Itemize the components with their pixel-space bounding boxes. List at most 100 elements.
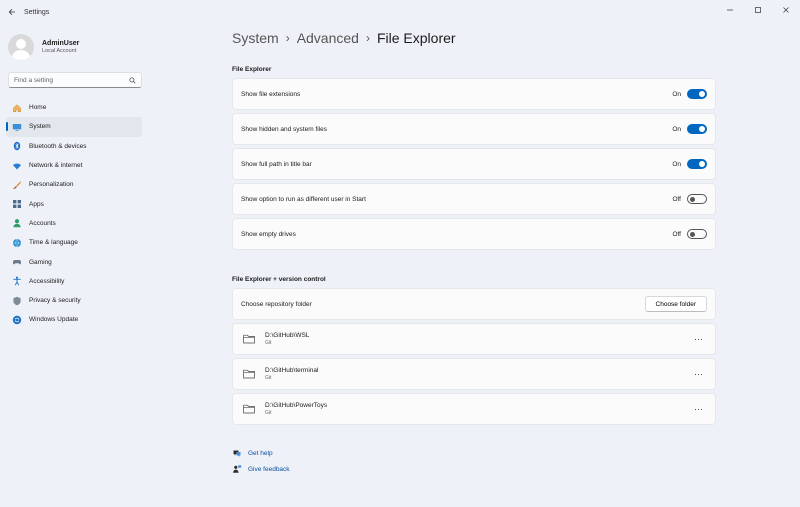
search-box[interactable] (8, 72, 142, 88)
sidebar-item-time-language[interactable]: Time & language (6, 233, 142, 252)
sidebar-item-label: Bluetooth & devices (29, 142, 87, 150)
more-options-button[interactable]: ··· (694, 334, 703, 344)
repo-item[interactable]: D:\GitHub\terminal Git ··· (232, 358, 716, 390)
get-help-label: Get help (248, 449, 273, 457)
sidebar-item-privacy-security[interactable]: Privacy & security (6, 291, 142, 310)
arrow-left-icon (8, 9, 15, 15)
toggle-state: On (672, 90, 681, 98)
close-button[interactable] (772, 0, 800, 20)
breadcrumb-advanced[interactable]: Advanced (297, 30, 359, 46)
brush-icon (12, 180, 22, 190)
setting-label: Show empty drives (241, 230, 296, 238)
update-icon (12, 315, 22, 325)
help-icon (232, 448, 242, 458)
wifi-icon (12, 161, 22, 171)
toggle-state: On (672, 160, 681, 168)
toggle-switch[interactable] (687, 194, 707, 204)
give-feedback-link[interactable]: Give feedback (232, 461, 716, 477)
breadcrumb: System › Advanced › File Explorer (232, 24, 716, 52)
folder-icon (243, 334, 255, 344)
maximize-icon (755, 7, 761, 13)
setting-show-empty-drives: Show empty drives Off (232, 218, 716, 250)
repo-type: Git (265, 375, 272, 381)
sidebar-item-gaming[interactable]: Gaming (6, 252, 142, 271)
sidebar-item-label: Home (29, 104, 47, 112)
get-help-link[interactable]: Get help (232, 445, 716, 461)
gamepad-icon (12, 257, 22, 267)
breadcrumb-separator: › (365, 31, 370, 45)
minimize-icon (727, 9, 733, 11)
sidebar-item-accounts[interactable]: Accounts (6, 214, 142, 233)
apps-icon (12, 199, 22, 209)
app-title: Settings (24, 8, 50, 16)
profile-account-type: Local Account (42, 48, 77, 54)
sidebar-item-label: Accounts (29, 219, 56, 227)
help-links: Get help Give feedback (232, 445, 716, 477)
page-title: File Explorer (376, 30, 456, 46)
feedback-icon (232, 464, 242, 474)
repo-path: D:\GitHub\PowerToys (265, 402, 328, 409)
choose-repository-row: Choose repository folder Choose folder (232, 288, 716, 320)
close-icon (783, 7, 789, 13)
setting-show-hidden-files: Show hidden and system files On (232, 113, 716, 145)
monitor-icon (12, 122, 22, 132)
repo-type: Git (265, 410, 272, 416)
more-options-button[interactable]: ··· (694, 369, 703, 379)
maximize-button[interactable] (744, 0, 772, 20)
setting-show-full-path: Show full path in title bar On (232, 148, 716, 180)
nav-list: Home System Bluetooth & devices Network … (0, 98, 150, 330)
sidebar-item-windows-update[interactable]: Windows Update (6, 310, 142, 329)
sidebar-item-label: Privacy & security (29, 297, 81, 305)
sidebar-item-label: Network & internet (29, 162, 83, 170)
choose-repository-label: Choose repository folder (241, 300, 312, 308)
setting-label: Show full path in title bar (241, 160, 312, 168)
accessibility-icon (12, 276, 22, 286)
repo-path: D:\GitHub\terminal (265, 367, 319, 374)
setting-show-file-extensions: Show file extensions On (232, 78, 716, 110)
person-icon (12, 218, 22, 228)
avatar (8, 34, 34, 60)
setting-label: Show hidden and system files (241, 125, 327, 133)
choose-folder-button[interactable]: Choose folder (644, 296, 707, 312)
minimize-button[interactable] (716, 0, 744, 20)
folder-icon (243, 369, 255, 379)
repo-item[interactable]: D:\GitHub\PowerToys Git ··· (232, 393, 716, 425)
breadcrumb-separator: › (285, 31, 290, 45)
toggle-switch[interactable] (687, 229, 707, 239)
folder-icon (243, 404, 255, 414)
sidebar-item-personalization[interactable]: Personalization (6, 175, 142, 194)
section-heading-file-explorer: File Explorer (232, 66, 272, 73)
search-icon (129, 76, 136, 84)
sidebar-item-label: Windows Update (29, 316, 79, 324)
sidebar-item-label: Gaming (29, 258, 52, 266)
toggle-switch[interactable] (687, 159, 707, 169)
title-bar: Settings (0, 0, 800, 24)
person-icon (11, 39, 31, 60)
toggle-state: On (672, 125, 681, 133)
sidebar-item-label: Accessibility (29, 277, 65, 285)
give-feedback-label: Give feedback (248, 465, 290, 473)
toggle-switch[interactable] (687, 89, 707, 99)
sidebar-item-home[interactable]: Home (6, 98, 142, 117)
sidebar-item-apps[interactable]: Apps (6, 194, 142, 213)
repo-type: Git (265, 340, 272, 346)
toggle-switch[interactable] (687, 124, 707, 134)
setting-label: Show option to run as different user in … (241, 195, 366, 203)
main-content: System › Advanced › File Explorer File E… (232, 24, 716, 477)
repo-path: D:\GitHub\WSL (265, 332, 310, 339)
sidebar-item-network[interactable]: Network & internet (6, 156, 142, 175)
sidebar-item-bluetooth[interactable]: Bluetooth & devices (6, 137, 142, 156)
sidebar-item-label: Time & language (29, 239, 78, 247)
user-profile[interactable]: AdminUser Local Account (0, 24, 150, 64)
repo-item[interactable]: D:\GitHub\WSL Git ··· (232, 323, 716, 355)
sidebar: AdminUser Local Account Home System Blue… (0, 24, 150, 507)
sidebar-item-label: System (29, 123, 51, 131)
sidebar-item-system[interactable]: System (6, 117, 142, 137)
search-input[interactable] (14, 76, 129, 84)
profile-name: AdminUser (42, 40, 80, 47)
more-options-button[interactable]: ··· (694, 404, 703, 414)
back-button[interactable] (2, 0, 22, 24)
bluetooth-icon (12, 141, 22, 151)
sidebar-item-accessibility[interactable]: Accessibility (6, 272, 142, 291)
breadcrumb-system[interactable]: System (232, 30, 279, 46)
